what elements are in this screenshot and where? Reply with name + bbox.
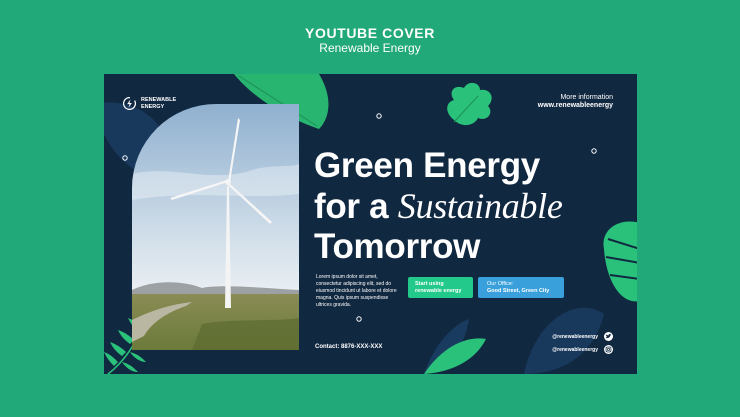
- office-button[interactable]: Our Office: Good Street, Green City: [478, 277, 564, 298]
- twitter-icon: [604, 332, 613, 341]
- logo: RENEWABLE ENERGY: [122, 96, 181, 111]
- social-row-instagram[interactable]: @renewableenergy: [552, 343, 613, 356]
- social-handles: @renewableenergy @renewableenergy: [552, 330, 613, 356]
- oak-leaf: [447, 82, 492, 126]
- instagram-handle: @renewableenergy: [552, 346, 598, 353]
- social-row-twitter[interactable]: @renewableenergy: [552, 330, 613, 343]
- recycle-energy-icon: [122, 96, 137, 111]
- headline-line-3: Tomorrow: [314, 227, 481, 266]
- more-info-label: More information: [560, 94, 613, 101]
- cover-title: YOUTUBE COVER: [305, 25, 435, 41]
- more-info-url[interactable]: www.renewableenergy: [538, 102, 613, 109]
- monstera-leaf: [603, 221, 637, 302]
- start-using-button[interactable]: Start using renewable energy: [408, 277, 473, 298]
- headline: Green Energy for a Sustainable Tomorrow: [314, 146, 563, 267]
- cover-subtitle: Renewable Energy: [319, 41, 421, 55]
- twitter-handle: @renewableenergy: [552, 333, 598, 340]
- cover-card: RENEWABLE ENERGY More information www.re…: [104, 74, 637, 374]
- instagram-icon: [604, 345, 613, 354]
- headline-line-2-prefix: for a: [314, 187, 389, 226]
- contact-number: Contact: 8876-XXX-XXX: [315, 344, 383, 350]
- headline-script-word: Sustainable: [397, 186, 563, 226]
- body-text: Lorem ipsum dolor sit amet, consectetur …: [316, 274, 397, 308]
- office-address: Good Street, Green City: [487, 288, 550, 294]
- office-label: Our Office:: [487, 281, 514, 287]
- more-info: More information www.renewableenergy: [538, 94, 613, 109]
- headline-line-2: for a Sustainable: [314, 186, 563, 227]
- headline-line-1: Green Energy: [314, 146, 540, 185]
- wind-turbine-photo: [132, 104, 299, 350]
- logo-text: RENEWABLE ENERGY: [141, 97, 177, 110]
